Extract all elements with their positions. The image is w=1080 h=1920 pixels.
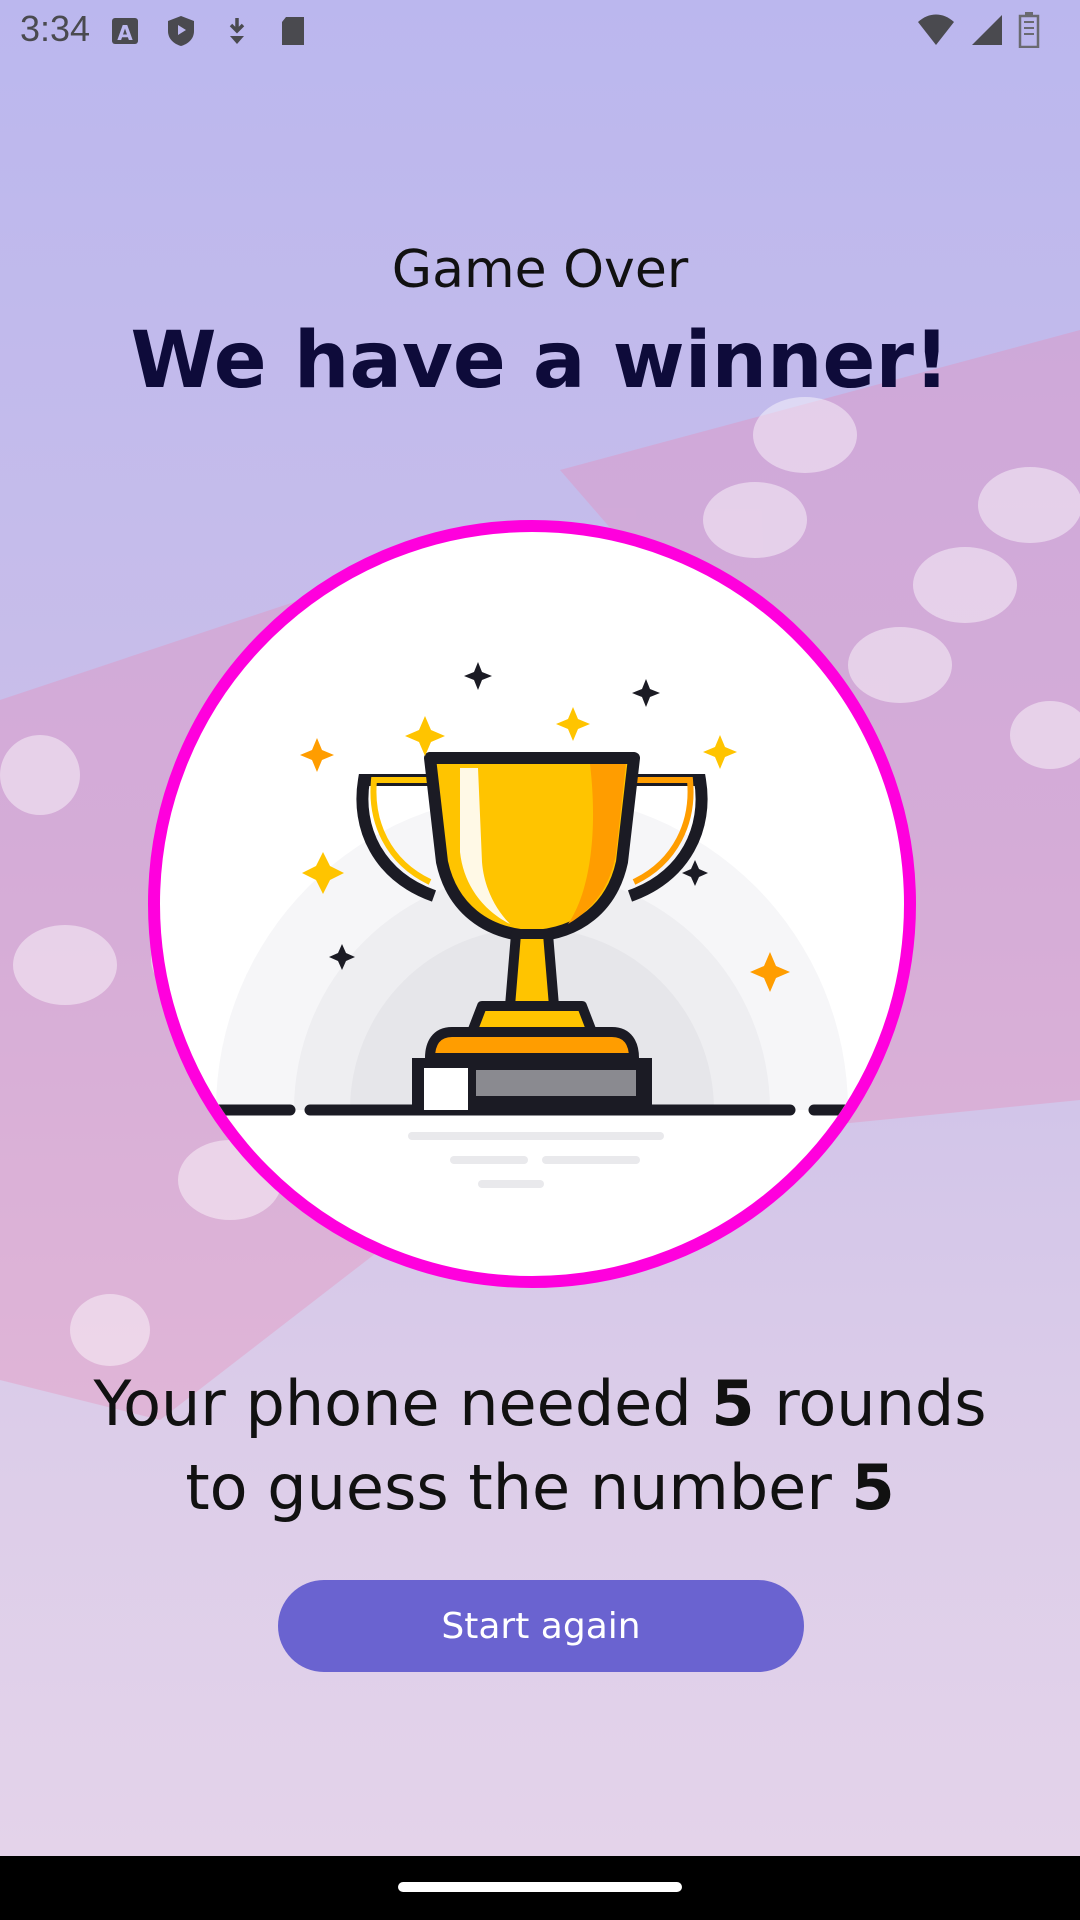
sd-card-icon [282,17,304,45]
font-a-icon: A [112,18,138,45]
status-icons-right [916,12,1040,48]
status-time: 3:34 [20,8,91,49]
signal-icon [972,15,1002,45]
rounds-count: 5 [711,1367,755,1440]
battery-icon [1018,12,1040,48]
result-summary: Your phone needed 5 rounds to guess the … [0,1362,1080,1530]
download-icon [229,18,245,44]
wifi-icon [918,14,954,45]
result-line1-prefix: Your phone needed [93,1367,712,1440]
start-again-button[interactable]: Start again [278,1580,804,1672]
winner-title: We have a winner! [130,316,950,406]
result-line2-prefix: to guess the number [185,1451,852,1524]
guessed-number: 5 [851,1451,895,1524]
trophy-icon [206,662,856,1188]
trophy-image-frame [148,520,916,1288]
shield-icon [168,16,194,46]
svg-text:A: A [117,21,133,45]
navigation-bar [0,1856,1080,1920]
home-gesture-handle[interactable] [398,1882,682,1892]
status-icons-left: A [110,14,308,48]
result-line1-suffix: rounds [754,1367,987,1440]
game-over-subtitle: Game Over [391,240,689,300]
status-bar: 3:34 A [0,0,1080,62]
